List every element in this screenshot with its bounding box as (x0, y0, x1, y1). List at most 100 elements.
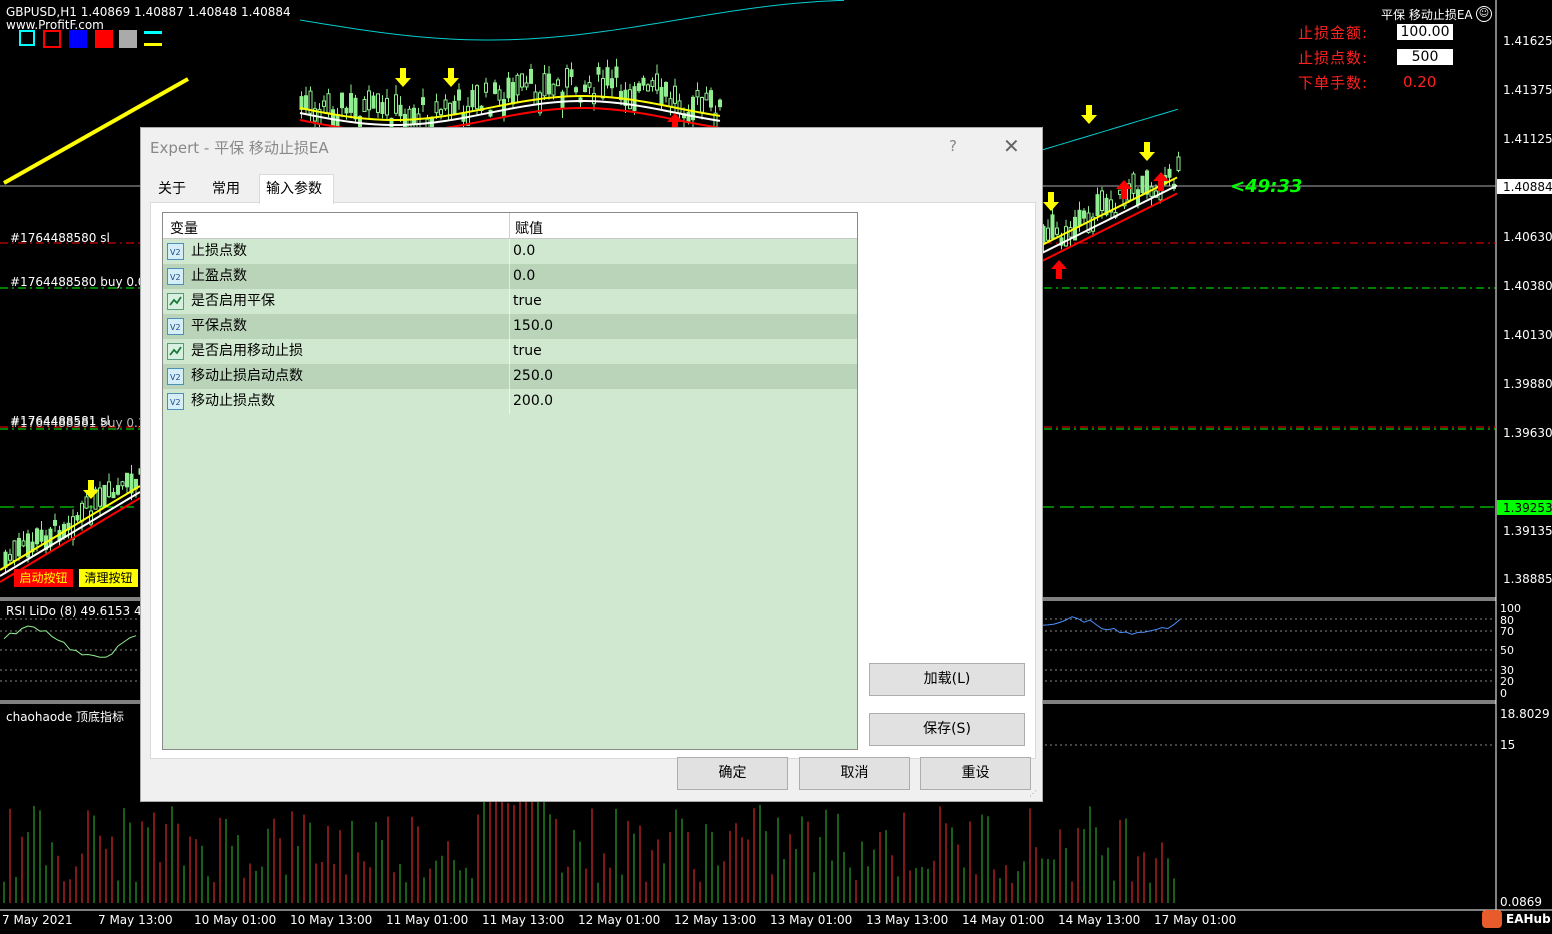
bollinger-band (1041, 108, 1179, 151)
candle-body (1055, 227, 1059, 235)
table-row[interactable]: V2 移动止损点数 200.0 (163, 389, 857, 414)
candle-body (39, 529, 44, 542)
symbol-info: GBPUSD,H1 1.40869 1.40887 1.40848 1.4088… (6, 5, 291, 19)
candle-body (587, 82, 592, 88)
resize-grip-icon[interactable]: ⋰ (1029, 789, 1039, 799)
param-value[interactable]: 150.0 (513, 314, 553, 339)
price-label: 1.38885 (1503, 572, 1552, 586)
param-value[interactable]: 0.0 (513, 239, 535, 264)
candle-body (1050, 214, 1055, 239)
close-icon[interactable]: ✕ (1003, 134, 1020, 158)
yellow-line-icon[interactable] (144, 43, 162, 46)
candle-body (1131, 173, 1136, 194)
candle-body (632, 86, 637, 111)
candle-body (120, 481, 125, 487)
tab-common[interactable]: 常用 (206, 176, 246, 202)
double-icon: V2 (167, 243, 184, 260)
cyan-line-icon[interactable] (144, 31, 162, 34)
param-value[interactable]: 200.0 (513, 389, 553, 414)
param-value[interactable]: true (513, 289, 542, 314)
dialog-title: Expert - 平保 移动止损EA (150, 139, 329, 157)
candle-body (560, 91, 565, 110)
gray-square-icon[interactable] (119, 30, 137, 48)
column-header-value[interactable]: 赋值 (515, 218, 543, 238)
time-label: 17 May 01:00 (1154, 913, 1237, 927)
param-name: 是否启用移动止损 (191, 343, 303, 359)
time-label: 13 May 01:00 (770, 913, 853, 927)
rsi-level-label: 0 (1500, 687, 1507, 700)
ma-yellow (0, 485, 141, 571)
candle-body (484, 82, 488, 93)
row-divider (509, 289, 510, 314)
load-button[interactable]: 加载(L) (869, 663, 1025, 696)
time-label: 11 May 13:00 (482, 913, 565, 927)
row-divider (509, 314, 510, 339)
candle-body (398, 104, 403, 117)
candle-body (304, 95, 308, 109)
ma-yellow (1041, 176, 1178, 246)
column-divider[interactable] (509, 213, 510, 238)
candle-body (515, 74, 520, 96)
table-row[interactable]: V2 止损点数 0.0 (163, 239, 857, 264)
candle-body (569, 69, 574, 77)
red-outline-square-icon[interactable] (43, 30, 61, 48)
candle-body (17, 537, 21, 557)
candle-body (1140, 175, 1145, 194)
candle-body (524, 82, 529, 88)
price-label: 1.39135 (1503, 524, 1552, 538)
param-value[interactable]: 250.0 (513, 364, 553, 389)
rsi-level-label: 50 (1500, 644, 1514, 657)
help-button[interactable]: ? (949, 137, 957, 155)
cancel-button[interactable]: 取消 (799, 757, 910, 790)
candle-body (511, 82, 515, 105)
panel-value-sl-points[interactable]: 500 (1397, 49, 1453, 65)
time-label: 14 May 13:00 (1058, 913, 1141, 927)
ea-name-label: 平保 移动止损EA (1381, 8, 1473, 22)
candle-body (421, 97, 425, 106)
candle-body (353, 97, 358, 120)
down-arrow-icon (1043, 192, 1059, 211)
candle-body (610, 78, 614, 89)
save-button[interactable]: 保存(S) (869, 713, 1025, 746)
time-label: 7 May 2021 (2, 913, 73, 927)
candle-body (655, 73, 659, 91)
cyan-square-icon[interactable] (19, 30, 35, 46)
price-label: 1.40380 (1503, 279, 1552, 293)
table-row[interactable]: 是否启用移动止损 true (163, 339, 857, 364)
candle-body (529, 68, 533, 84)
panel-value-sl-amount[interactable]: 100.00 (1397, 24, 1453, 40)
column-header-variable[interactable]: 变量 (170, 218, 198, 238)
blue-square-icon[interactable] (69, 30, 87, 48)
param-value[interactable]: 0.0 (513, 264, 535, 289)
table-row[interactable]: 是否启用平保 true (163, 289, 857, 314)
ok-button[interactable]: 确定 (677, 757, 788, 790)
start-button[interactable]: 启动按钮 (14, 569, 73, 587)
smiley-icon: ☺ (1476, 6, 1492, 22)
candle-body (326, 93, 331, 114)
table-row[interactable]: V2 止盈点数 0.0 (163, 264, 857, 289)
candle-body (1095, 194, 1100, 216)
red-square-icon[interactable] (95, 30, 113, 48)
candle-body (84, 496, 89, 509)
candle-body (601, 78, 605, 99)
tab-about[interactable]: 关于 (152, 176, 192, 202)
watermark-label: EAHub (1506, 912, 1551, 926)
reset-button[interactable]: 重设 (920, 757, 1031, 790)
candle-body (443, 99, 448, 110)
row-divider (509, 264, 510, 289)
clear-button[interactable]: 清理按钮 (79, 569, 138, 587)
svg-text:V2: V2 (170, 373, 181, 382)
candle-body (1100, 190, 1104, 212)
candle-body (362, 99, 367, 113)
table-row[interactable]: V2 平保点数 150.0 (163, 314, 857, 339)
candle-body (520, 73, 524, 88)
candle-body (596, 67, 601, 75)
table-row[interactable]: V2 移动止损启动点数 250.0 (163, 364, 857, 389)
param-value[interactable]: true (513, 339, 542, 364)
candle-body (614, 66, 619, 78)
candle-body (556, 79, 560, 87)
candle-body (125, 472, 129, 488)
candle-body (80, 502, 84, 522)
tab-inputs[interactable]: 输入参数 (260, 176, 328, 202)
candle-body (98, 487, 102, 507)
